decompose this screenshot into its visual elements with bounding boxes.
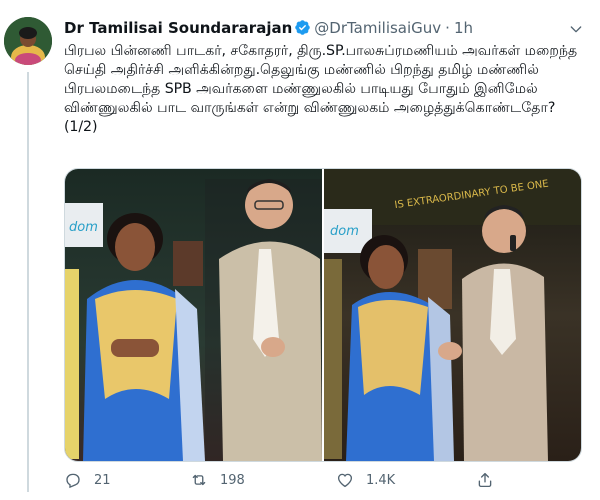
tweet-media: dom IS EXTRAORDINARY TO BE ONE dom <box>64 168 582 462</box>
separator-dot: · <box>445 19 450 37</box>
chevron-down-icon[interactable] <box>564 17 588 41</box>
author-name[interactable]: Dr Tamilisai Soundararajan <box>64 19 292 37</box>
share-icon <box>478 472 492 488</box>
like-icon <box>337 473 353 488</box>
verified-icon <box>294 19 311 36</box>
tweet-card[interactable]: Dr Tamilisai Soundararajan @DrTamilisaiGu… <box>0 0 600 500</box>
author-handle[interactable]: @DrTamilisaiGuv <box>314 19 441 37</box>
avatar[interactable] <box>4 17 52 65</box>
tweet-header: Dr Tamilisai Soundararajan @DrTamilisaiGu… <box>64 19 588 41</box>
tweet-text: பிரபல பின்னணி பாடகர், சகோதரர், திரு.SP.ப… <box>64 43 578 135</box>
photo-2[interactable]: IS EXTRAORDINARY TO BE ONE dom <box>324 169 581 461</box>
share-button[interactable] <box>476 468 506 492</box>
thread-line <box>27 72 29 492</box>
retweet-icon <box>192 474 206 486</box>
tweet-time[interactable]: 1h <box>454 19 473 37</box>
retweet-button[interactable]: 198 <box>190 468 245 492</box>
photo-1[interactable]: dom <box>65 169 322 461</box>
reply-button[interactable]: 21 <box>64 468 111 492</box>
tweet-actions: 21 198 1.4K <box>64 468 534 492</box>
reply-icon <box>66 473 80 489</box>
banner-text-1: dom <box>69 220 98 235</box>
banner-text-2: dom <box>330 224 359 239</box>
reply-count: 21 <box>94 472 111 488</box>
like-button[interactable]: 1.4K <box>336 468 395 492</box>
retweet-count: 198 <box>220 472 245 488</box>
like-count: 1.4K <box>366 472 396 488</box>
